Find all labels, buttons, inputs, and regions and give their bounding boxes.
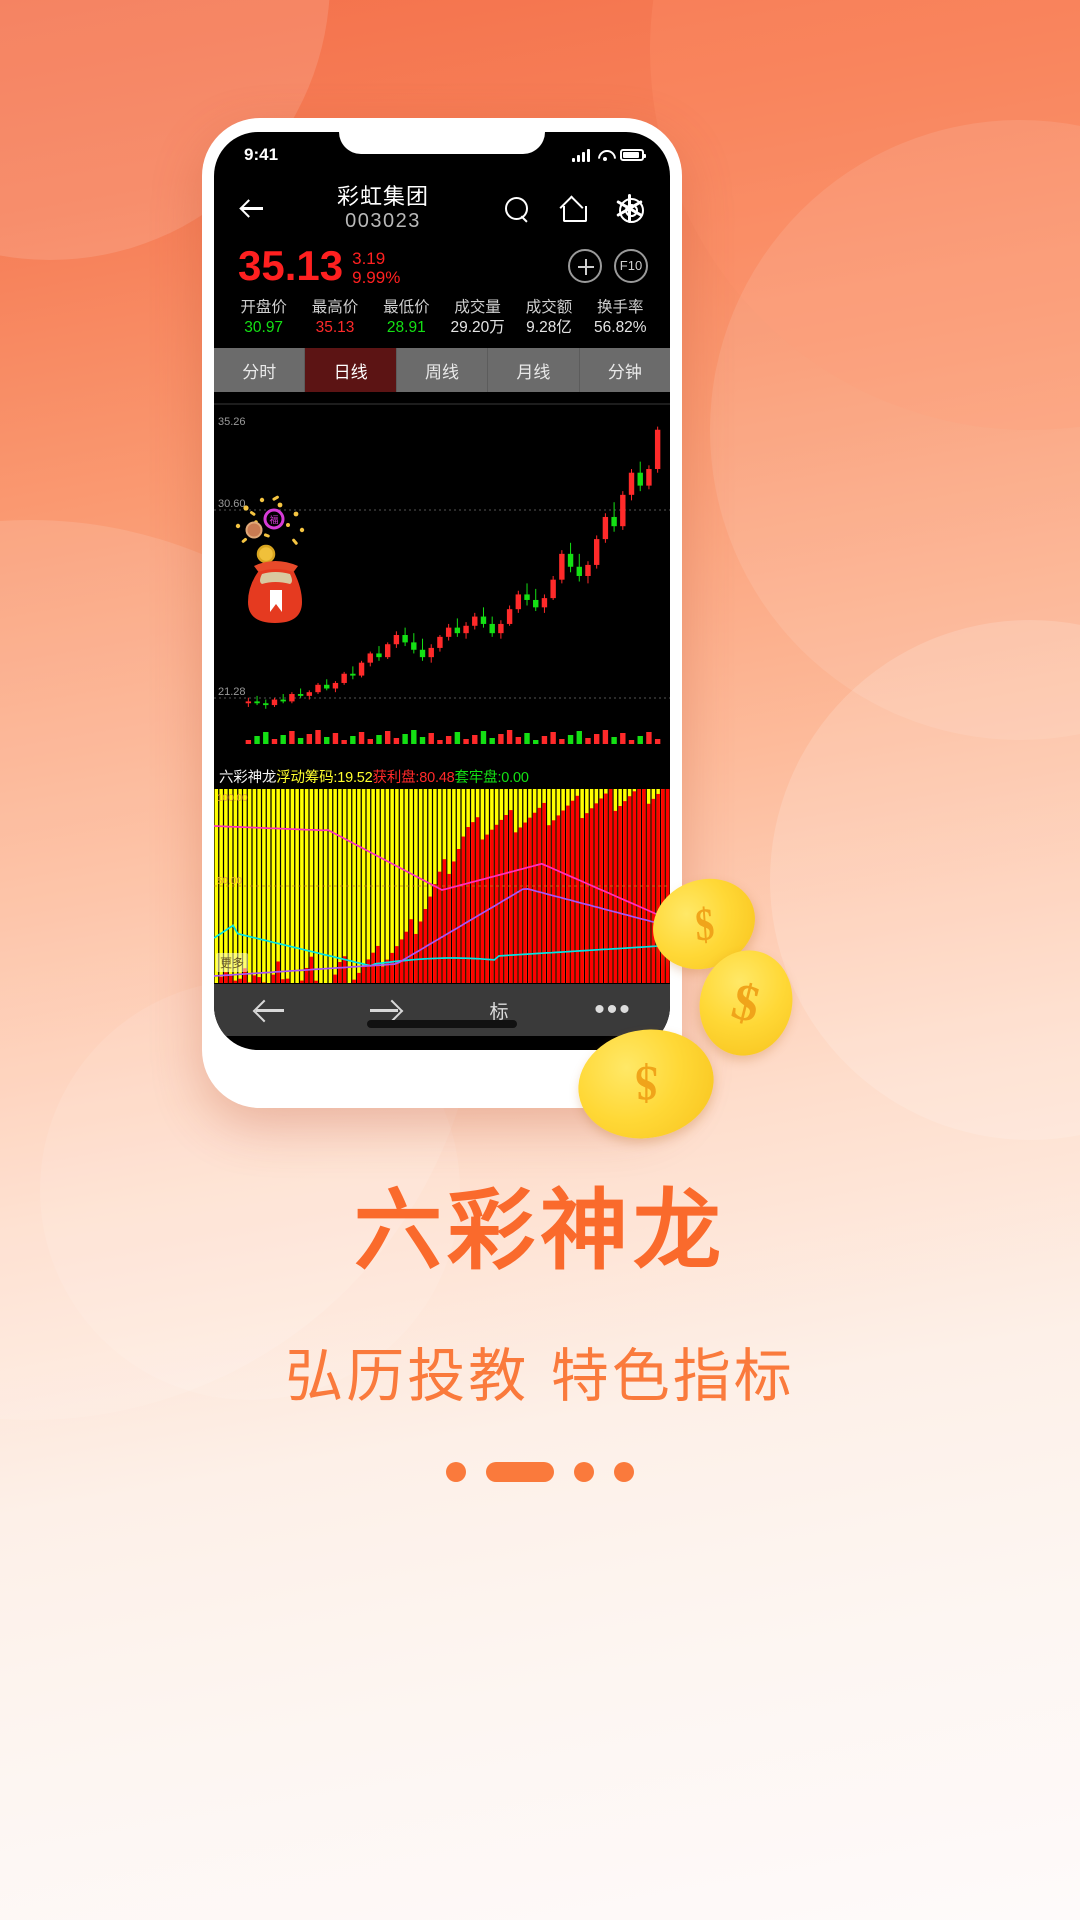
pager-dot[interactable] <box>446 1462 466 1482</box>
chips-distribution-svg: 100.00 50.00 <box>214 788 670 985</box>
stock-name: 彩虹集团 <box>336 184 429 209</box>
home-button[interactable] <box>550 197 596 222</box>
stock-code: 003023 <box>345 209 421 232</box>
indicator-name: 六彩神龙 <box>219 770 277 787</box>
pager-dot[interactable] <box>614 1462 634 1482</box>
indicator-header: 六彩神龙浮动筹码:19.52获利盘:80.48套牢盘:0.00 <box>214 764 670 789</box>
home-indicator <box>367 1020 517 1028</box>
tab-weekly[interactable]: 周线 <box>397 348 489 393</box>
stat-value: 30.97 <box>244 319 284 337</box>
change-absolute: 3.19 <box>352 248 386 268</box>
stat-open: 开盘价 30.97 <box>228 298 299 340</box>
candlestick-chart[interactable]: 35.26 30.60 21.28 福 <box>214 392 670 765</box>
prev-button[interactable] <box>214 999 328 1021</box>
add-to-watchlist-button[interactable] <box>568 248 602 283</box>
dollar-sign-icon: $ <box>634 1056 658 1112</box>
tab-minute[interactable]: 分钟 <box>580 348 670 392</box>
phone-mockup: 9:41 彩虹集团 003023 35.13 3.19 9.99% F10 开盘… <box>202 118 682 1108</box>
phone-notch <box>339 132 545 154</box>
tab-fenshi[interactable]: 分时 <box>214 348 306 393</box>
stat-value: 9.28亿 <box>526 319 572 337</box>
pager-dots <box>0 1462 1080 1482</box>
settings-button[interactable] <box>606 194 652 224</box>
status-bar: 9:41 <box>214 132 670 178</box>
stat-value: 28.91 <box>386 319 426 337</box>
home-icon <box>560 197 587 222</box>
stat-turnover-rate: 换手率 56.82% <box>585 298 656 340</box>
promo-title: 六彩神龙 <box>353 1179 726 1282</box>
stat-value: 29.20万 <box>450 319 505 337</box>
stat-high: 最高价 35.13 <box>299 298 370 340</box>
stat-volume: 成交量 29.20万 <box>442 298 513 340</box>
chart-period-tabs: 分时 日线 周线 月线 分钟 <box>214 348 670 393</box>
svg-text:100.00: 100.00 <box>217 793 248 804</box>
stat-low: 最低价 28.91 <box>371 298 442 340</box>
arrow-left-icon <box>256 999 286 1021</box>
page-title: 彩虹集团 003023 <box>282 184 484 234</box>
stat-label: 最低价 <box>383 298 430 316</box>
pager-dot-active[interactable] <box>486 1462 554 1482</box>
arrow-right-icon <box>370 999 400 1021</box>
search-button[interactable] <box>494 196 540 221</box>
tab-daily[interactable]: 日线 <box>305 348 397 393</box>
quote-row: 35.13 3.19 9.99% F10 <box>214 238 670 290</box>
profit-ratio-label: 获利盘:80.48 <box>372 770 455 787</box>
chips-distribution-chart[interactable]: 100.00 50.00 更多 <box>214 788 670 985</box>
arrow-left-icon <box>241 198 263 219</box>
stat-value: 35.13 <box>315 319 355 337</box>
chart-bottom-nav: 标 ••• <box>214 984 670 1037</box>
stat-label: 换手率 <box>597 298 644 316</box>
floating-chips-label: 浮动筹码:19.52 <box>276 770 373 787</box>
phone-screen: 9:41 彩虹集团 003023 35.13 3.19 9.99% F10 开盘… <box>214 132 670 1050</box>
svg-text:福: 福 <box>269 514 278 526</box>
decorative-blob <box>770 620 1080 1140</box>
promo-subtitle: 弘历投教 特色指标 <box>285 1342 795 1410</box>
app-header: 彩虹集团 003023 <box>214 178 670 238</box>
battery-icon <box>620 149 646 161</box>
promo-block: 六彩神龙 弘历投教 特色指标 <box>0 1160 1080 1413</box>
more-button[interactable]: ••• <box>556 993 670 1027</box>
search-icon <box>505 196 529 221</box>
more-label: 更多 <box>220 956 245 971</box>
svg-text:35.26: 35.26 <box>218 416 246 428</box>
change-percent: 9.99% <box>352 267 401 287</box>
gear-icon <box>615 194 644 224</box>
wifi-icon <box>597 149 613 161</box>
stat-label: 成交额 <box>525 298 573 316</box>
stats-row: 开盘价 30.97 最高价 35.13 最低价 28.91 成交量 29.20万… <box>214 290 670 349</box>
money-bag-icon: 福 <box>235 496 305 624</box>
status-time: 9:41 <box>244 145 279 164</box>
svg-text:50.00: 50.00 <box>217 876 242 887</box>
stat-turnover-amount: 成交额 9.28亿 <box>513 298 584 340</box>
next-button[interactable] <box>328 999 442 1021</box>
stat-value: 56.82% <box>594 319 647 337</box>
trapped-ratio-label: 套牢盘:0.00 <box>454 770 529 787</box>
f10-button[interactable]: F10 <box>614 248 648 283</box>
more-tag[interactable]: 更多 <box>216 953 249 973</box>
cellular-signal-icon <box>572 148 590 162</box>
ellipsis-icon: ••• <box>594 993 632 1027</box>
change-block: 3.19 9.99% <box>352 245 400 287</box>
back-button[interactable] <box>232 198 272 219</box>
last-price: 35.13 <box>238 241 344 289</box>
svg-text:21.28: 21.28 <box>218 686 246 698</box>
pager-dot[interactable] <box>574 1462 594 1482</box>
stat-label: 开盘价 <box>240 298 287 316</box>
stat-label: 成交量 <box>454 298 501 316</box>
stat-label: 最高价 <box>311 298 359 316</box>
tab-monthly[interactable]: 月线 <box>488 348 580 393</box>
dollar-sign-icon: $ <box>692 897 716 951</box>
dollar-sign-icon: $ <box>726 972 766 1034</box>
